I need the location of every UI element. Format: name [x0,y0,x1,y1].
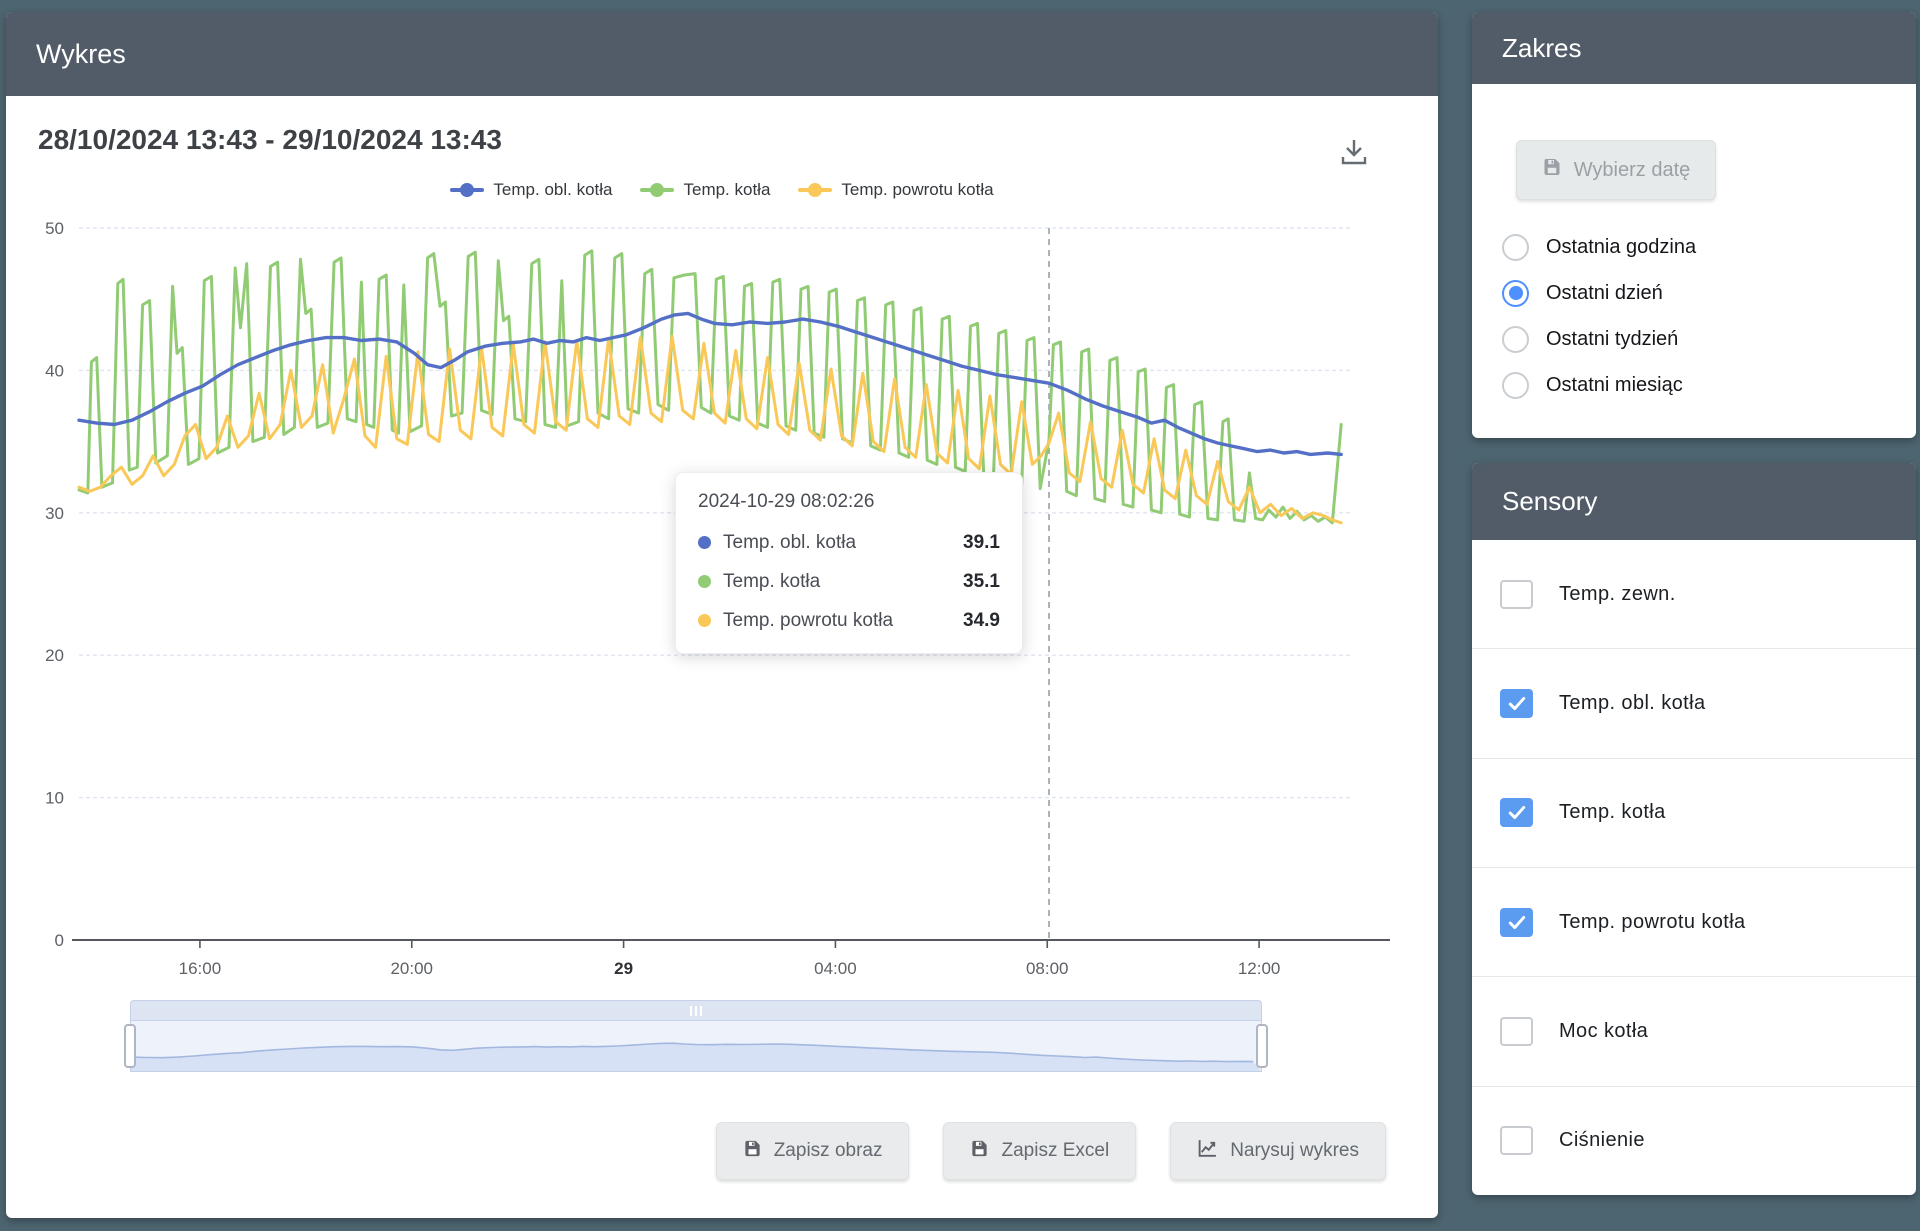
sensors-card: Sensory Temp. zewn. Temp. obl. kotła Tem… [1472,463,1916,1195]
svg-text:20:00: 20:00 [390,959,433,978]
range-card-title: Zakres [1502,33,1581,64]
radio-icon [1502,234,1529,261]
radio-last-hour[interactable]: Ostatnia godzina [1502,224,1896,270]
checkbox-icon [1500,798,1533,827]
sensors-card-header: Sensory [1472,463,1916,540]
svg-text:08:00: 08:00 [1026,959,1069,978]
series-dot-yellow [698,614,711,627]
date-range-title: 28/10/2024 13:43 - 29/10/2024 13:43 [38,124,502,156]
radio-icon [1502,280,1529,307]
legend-item-temp-kotla[interactable]: Temp. kotła [640,180,770,200]
checkbox-icon [1500,580,1533,609]
sensor-cisnienie[interactable]: Ciśnienie [1472,1087,1916,1195]
chart-tooltip: 2024-10-29 08:02:26 Temp. obl. kotła 39.… [675,472,1023,654]
svg-text:30: 30 [45,504,64,523]
legend-item-temp-obl-kotla[interactable]: Temp. obl. kotła [450,180,612,200]
tooltip-row: Temp. obl. kotła 39.1 [698,523,1000,562]
svg-text:12:00: 12:00 [1238,959,1281,978]
range-card-header: Zakres [1472,12,1916,84]
svg-text:50: 50 [45,219,64,238]
navigator-drag-bar[interactable] [130,1000,1262,1020]
chart-card: Wykres 28/10/2024 13:43 - 29/10/2024 13:… [6,12,1438,1218]
legend-label: Temp. obl. kotła [493,180,612,200]
svg-text:29: 29 [614,959,633,978]
sensor-temp-zewn[interactable]: Temp. zewn. [1472,540,1916,649]
checkbox-icon [1500,1017,1533,1046]
chart-actions: Zapisz obraz Zapisz Excel Narysuj wykres [716,1122,1386,1180]
tooltip-row: Temp. kotła 35.1 [698,562,1000,601]
datazoom-navigator[interactable] [130,1000,1262,1072]
sensor-list: Temp. zewn. Temp. obl. kotła Temp. kotła… [1472,540,1916,1195]
svg-text:0: 0 [55,931,64,950]
sensor-temp-kotla[interactable]: Temp. kotła [1472,759,1916,868]
sensor-temp-powrotu-kotla[interactable]: Temp. powrotu kotła [1472,868,1916,977]
legend-marker-blue [450,183,484,197]
checkbox-icon [1500,689,1533,718]
range-card: Zakres Wybierz datę Ostatnia godzina Ost… [1472,12,1916,438]
checkbox-icon [1500,1126,1533,1155]
sensors-card-title: Sensory [1502,486,1597,517]
tooltip-row: Temp. powrotu kotła 34.9 [698,601,1000,640]
navigator-left-handle[interactable] [124,1024,136,1068]
floppy-disk-icon [1542,157,1562,183]
radio-last-month[interactable]: Ostatni miesiąc [1502,362,1896,408]
save-excel-button[interactable]: Zapisz Excel [943,1122,1136,1180]
tooltip-timestamp: 2024-10-29 08:02:26 [698,491,1000,513]
choose-date-button[interactable]: Wybierz datę [1516,140,1716,200]
line-chart-icon [1197,1138,1218,1165]
svg-text:20: 20 [45,646,64,665]
floppy-disk-icon [743,1139,762,1164]
range-options: Ostatnia godzina Ostatni dzień Ostatni t… [1502,224,1896,408]
legend-marker-green [640,183,674,197]
svg-text:04:00: 04:00 [814,959,857,978]
svg-text:10: 10 [45,789,64,808]
series-dot-blue [698,536,711,549]
navigator-grip-icon[interactable] [690,1006,702,1016]
save-image-button[interactable]: Zapisz obraz [716,1122,910,1180]
series-dot-green [698,575,711,588]
legend-label: Temp. kotła [683,180,770,200]
navigator-minimap[interactable] [130,1020,1262,1072]
radio-last-week[interactable]: Ostatni tydzień [1502,316,1896,362]
legend-label: Temp. powrotu kotła [841,180,993,200]
radio-icon [1502,326,1529,353]
floppy-disk-icon [970,1139,989,1164]
navigator-right-handle[interactable] [1256,1024,1268,1068]
radio-last-day[interactable]: Ostatni dzień [1502,270,1896,316]
chart-card-title: Wykres [36,39,126,70]
svg-text:40: 40 [45,361,64,380]
draw-chart-button[interactable]: Narysuj wykres [1170,1122,1386,1180]
legend-item-temp-powrotu-kotla[interactable]: Temp. powrotu kotła [798,180,993,200]
sensor-moc-kotla[interactable]: Moc kotła [1472,977,1916,1086]
chart-card-header: Wykres [6,12,1438,96]
download-icon[interactable] [1334,134,1374,170]
svg-text:16:00: 16:00 [179,959,222,978]
sensor-temp-obl-kotla[interactable]: Temp. obl. kotła [1472,649,1916,758]
legend-marker-yellow [798,183,832,197]
radio-icon [1502,372,1529,399]
checkbox-icon [1500,908,1533,937]
chart-legend: Temp. obl. kotła Temp. kotła Temp. powro… [6,180,1438,200]
